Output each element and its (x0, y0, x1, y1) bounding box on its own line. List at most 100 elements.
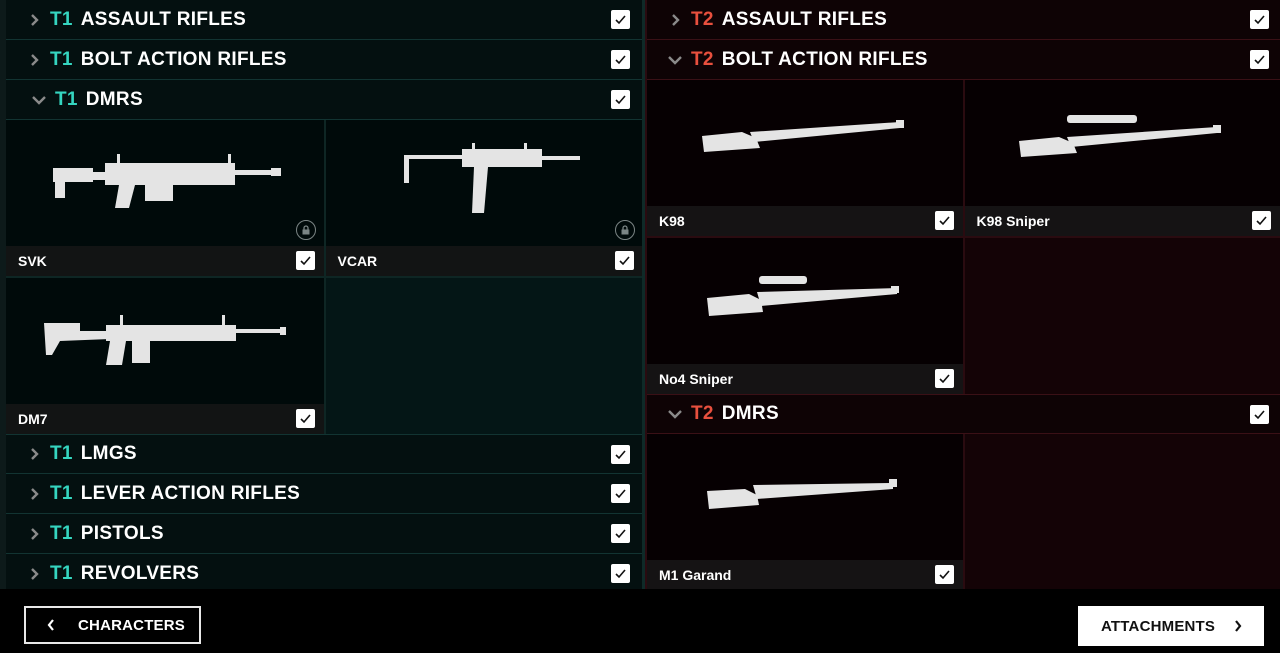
chevron-down-icon[interactable] (667, 406, 683, 422)
weapon-card-k98-sniper[interactable]: K98 Sniper (964, 80, 1280, 236)
weapon-label-bar: SVK (6, 246, 324, 276)
chevron-down-icon[interactable] (667, 52, 683, 68)
category-name: LMGS (80, 443, 137, 464)
category-t1-pistols[interactable]: T1 PISTOLS (6, 514, 643, 554)
weapon-checkbox[interactable] (295, 251, 315, 270)
weapon-card-no4-sniper[interactable]: No4 Sniper (647, 238, 963, 394)
checkmark-icon (299, 414, 311, 424)
weapon-name: DM7 (18, 411, 48, 427)
tier-label: T2 (691, 48, 714, 70)
category-name: DMRS (85, 88, 143, 110)
category-name: DMRS (721, 403, 779, 424)
checkmark-icon (1254, 15, 1265, 25)
weapon-checkbox[interactable] (934, 211, 954, 230)
checkmark-icon (615, 15, 626, 25)
weapon-grid-t2-bolt-action: K98 K98 Sniper No4 Sniper (647, 80, 1280, 394)
category-checkbox[interactable] (611, 90, 630, 109)
category-checkbox[interactable] (611, 524, 630, 543)
rifle-k98-icon (647, 80, 963, 206)
tier-label: T1 (55, 88, 78, 110)
chevron-right-icon[interactable] (26, 566, 42, 582)
weapon-card-k98[interactable]: K98 (647, 80, 963, 236)
category-name: PISTOLS (80, 522, 164, 544)
category-name: ASSAULT RIFLES (721, 8, 888, 30)
category-t1-lmgs[interactable]: T1 LMGS (6, 434, 643, 474)
chevron-left-icon (46, 618, 58, 632)
chevron-right-icon[interactable] (26, 12, 42, 28)
checkmark-icon (299, 256, 311, 266)
weapon-name: SVK (18, 253, 47, 269)
checkmark-icon (615, 450, 626, 460)
category-name: REVOLVERS (80, 562, 200, 584)
next-button-label: ATTACHMENTS (1101, 617, 1216, 635)
weapon-label-bar: VCAR (325, 246, 643, 276)
category-checkbox[interactable] (611, 445, 630, 464)
checkmark-icon (615, 489, 626, 499)
chevron-right-icon[interactable] (667, 12, 683, 28)
lock-icon (615, 220, 635, 240)
tier-label: T1 (50, 8, 73, 30)
t2-weapon-list[interactable]: T2 ASSAULT RIFLES T2 BOLT ACTION RIFLES … (645, 0, 1280, 589)
category-name: BOLT ACTION RIFLES (80, 48, 287, 70)
weapon-name: K98 (659, 213, 685, 229)
smg-vcar-icon (326, 120, 644, 246)
empty-slot (964, 434, 1280, 589)
tier-label: T1 (50, 562, 73, 584)
weapon-label-bar: K98 (647, 206, 963, 236)
weapon-name: No4 Sniper (659, 371, 733, 387)
category-t1-bolt-action-rifles[interactable]: T1 BOLT ACTION RIFLES (6, 40, 643, 80)
category-t1-dmrs[interactable]: T1 DMRS (6, 80, 643, 120)
tier-label: T2 (691, 8, 714, 30)
weapon-checkbox[interactable] (934, 369, 954, 388)
category-checkbox[interactable] (1250, 10, 1269, 29)
characters-back-button[interactable]: CHARACTERS (24, 606, 201, 644)
category-t1-assault-rifles[interactable]: T1 ASSAULT RIFLES (6, 0, 643, 40)
chevron-right-icon[interactable] (26, 526, 42, 542)
category-checkbox[interactable] (611, 564, 630, 583)
tier-label: T1 (50, 48, 73, 70)
category-checkbox[interactable] (611, 10, 630, 29)
empty-slot (325, 278, 643, 434)
category-t1-revolvers[interactable]: T1 REVOLVERS (6, 554, 643, 589)
chevron-right-icon[interactable] (26, 486, 42, 502)
checkmark-icon (1254, 410, 1265, 420)
category-checkbox[interactable] (611, 484, 630, 503)
checkmark-icon (615, 569, 626, 579)
weapon-card-m1-garand[interactable]: M1 Garand (647, 434, 963, 589)
back-button-label: CHARACTERS (78, 616, 185, 634)
category-checkbox[interactable] (1250, 50, 1269, 69)
chevron-right-icon[interactable] (26, 52, 42, 68)
checkmark-icon (619, 256, 630, 266)
category-t2-dmrs[interactable]: T2 DMRS (647, 394, 1280, 434)
category-name: ASSAULT RIFLES (80, 8, 247, 30)
rifle-m1-garand-icon (647, 434, 963, 560)
weapon-grid-t1-dmrs: SVK VCAR DM7 (6, 120, 643, 434)
chevron-right-icon[interactable] (26, 446, 42, 462)
rifle-svk-icon (6, 120, 324, 246)
weapon-name: K98 Sniper (976, 213, 1050, 229)
weapon-checkbox[interactable] (615, 251, 634, 270)
chevron-down-icon[interactable] (31, 92, 47, 108)
weapon-card-dm7[interactable]: DM7 (6, 278, 324, 434)
weapon-checkbox[interactable] (934, 565, 954, 584)
weapon-card-svk[interactable]: SVK (6, 120, 324, 276)
rifle-dm7-icon (6, 278, 324, 404)
rifle-k98-sniper-icon (965, 80, 1280, 206)
category-name: BOLT ACTION RIFLES (721, 48, 928, 70)
weapon-checkbox[interactable] (1252, 211, 1271, 230)
weapon-label-bar: K98 Sniper (964, 206, 1280, 236)
category-checkbox[interactable] (611, 50, 630, 69)
checkmark-icon (1256, 216, 1267, 226)
checkmark-icon (938, 374, 950, 384)
attachments-next-button[interactable]: ATTACHMENTS (1078, 606, 1264, 646)
weapon-card-vcar[interactable]: VCAR (325, 120, 644, 276)
category-t1-lever-action-rifles[interactable]: T1 LEVER ACTION RIFLES (6, 474, 643, 514)
t1-weapon-list[interactable]: T1 ASSAULT RIFLES T1 BOLT ACTION RIFLES … (0, 0, 643, 589)
checkmark-icon (615, 55, 626, 65)
category-t2-bolt-action-rifles[interactable]: T2 BOLT ACTION RIFLES (647, 40, 1280, 80)
weapon-checkbox[interactable] (295, 409, 315, 428)
tier-label: T1 (50, 443, 73, 464)
category-checkbox[interactable] (1250, 405, 1269, 424)
chevron-right-icon (1233, 619, 1245, 633)
category-t2-assault-rifles[interactable]: T2 ASSAULT RIFLES (647, 0, 1280, 40)
